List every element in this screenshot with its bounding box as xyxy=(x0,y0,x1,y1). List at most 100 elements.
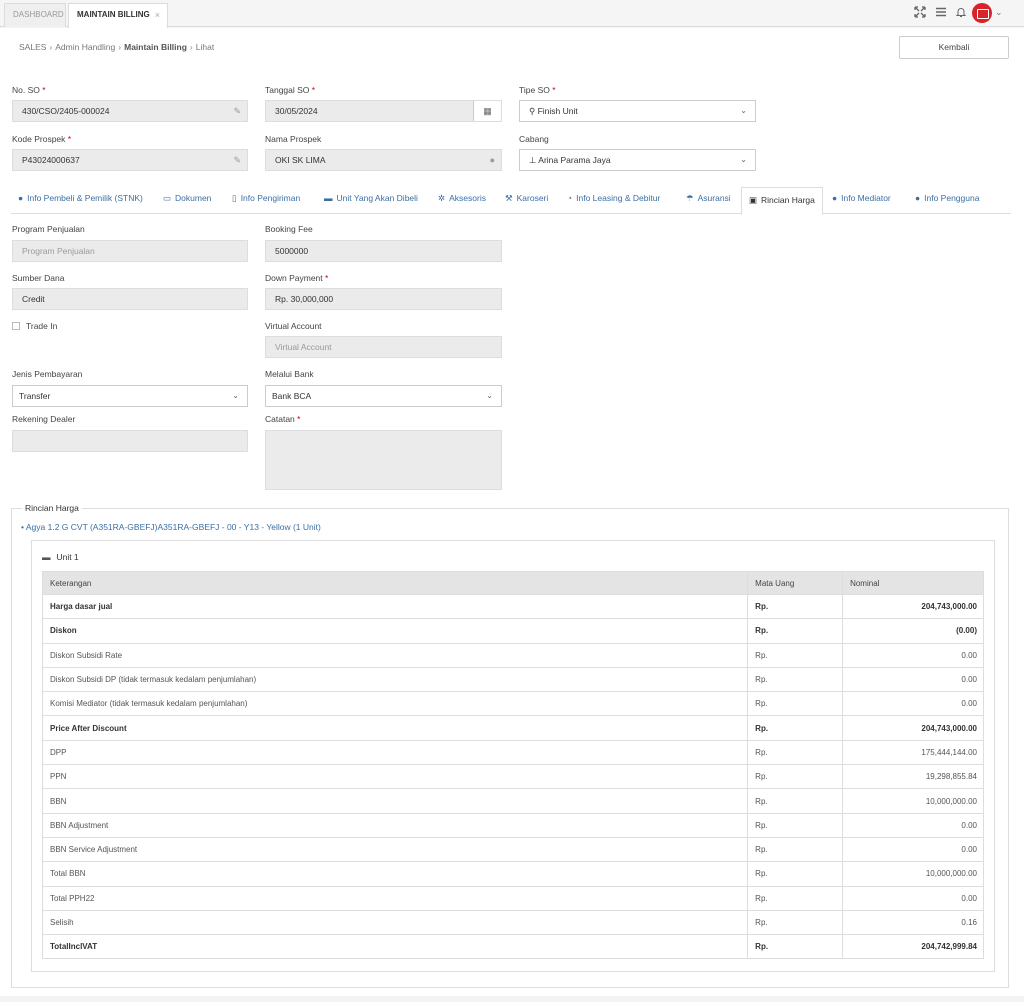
virtual-account-label: Virtual Account xyxy=(265,321,322,331)
row-keterangan: Total PPH22 xyxy=(41,885,749,911)
chevron-down-icon: ⌄ xyxy=(232,391,239,400)
unit-title: ▬ Unit 1 xyxy=(42,552,79,562)
tab-bar: ● Info Pembeli & Pemilik (STNK) ▭ Dokumen … xyxy=(11,187,1011,215)
expand-icon[interactable] xyxy=(913,6,927,20)
row-mata-uang: Rp. xyxy=(747,812,844,838)
table-row: Diskon Subsidi Rate Rp. 0.00 xyxy=(41,642,984,668)
row-nominal: 204,743,000.00 xyxy=(842,593,984,620)
breadcrumb-sales[interactable]: SALES xyxy=(19,42,46,52)
row-keterangan: Diskon Subsidi DP (tidak termasuk kedala… xyxy=(41,666,749,693)
row-mata-uang: Rp. xyxy=(747,618,844,644)
row-keterangan: BBN Service Adjustment xyxy=(41,836,749,863)
row-mata-uang: Rp. xyxy=(747,909,844,936)
table-row: Selisih Rp. 0.16 xyxy=(41,909,984,936)
tab-info-mediator[interactable]: ● Info Mediator xyxy=(832,193,891,203)
cogs-icon: ✲ xyxy=(438,193,446,203)
nama-prospek-label: Nama Prospek xyxy=(265,134,322,144)
folder-icon: ▭ xyxy=(163,193,172,203)
no-so-label: No. SO * xyxy=(12,85,46,95)
table-row: DPP Rp. 175,444,144.00 xyxy=(41,739,984,766)
row-nominal: 0.00 xyxy=(842,885,984,911)
tab-info-pengiriman[interactable]: ▯ Info Pengiriman xyxy=(232,193,300,204)
down-payment-field[interactable]: Rp. 30,000,000 xyxy=(265,288,502,310)
col-keterangan: Keterangan xyxy=(41,571,749,595)
row-keterangan: Total BBN xyxy=(41,861,749,887)
pencil-icon: ✎ xyxy=(233,106,241,116)
row-keterangan: Komisi Mediator (tidak termasuk kedalam … xyxy=(41,691,749,717)
row-nominal: (0.00) xyxy=(842,618,984,644)
bell-icon[interactable] xyxy=(954,6,968,20)
menu-icon[interactable] xyxy=(934,6,948,20)
breadcrumb-admin-handling[interactable]: Admin Handling xyxy=(55,42,115,52)
row-mata-uang: Rp. xyxy=(747,666,844,693)
cabang-label: Cabang xyxy=(519,134,549,144)
row-nominal: 0.00 xyxy=(842,666,984,693)
booking-fee-field[interactable]: 5000000 xyxy=(265,240,502,262)
kode-prospek-field[interactable]: P43024000637 ✎ xyxy=(12,149,248,171)
table-row: Diskon Subsidi DP (tidak termasuk kedala… xyxy=(41,666,984,693)
down-payment-label: Down Payment * xyxy=(265,273,329,283)
row-nominal: 0.16 xyxy=(842,909,984,936)
close-icon[interactable]: × xyxy=(155,4,160,26)
program-penjualan-field[interactable]: Program Penjualan xyxy=(12,240,248,262)
row-keterangan: DPP xyxy=(41,739,749,766)
chevron-down-icon[interactable]: ⌄ xyxy=(995,7,1003,18)
sumber-dana-field[interactable]: Credit xyxy=(12,288,248,310)
calendar-icon[interactable]: ▦ xyxy=(473,101,501,121)
row-nominal: 19,298,855.84 xyxy=(842,764,984,790)
unit-box: ▬ Unit 1 Keterangan Mata Uang Nominal Har… xyxy=(31,540,995,972)
virtual-account-field[interactable]: Virtual Account xyxy=(265,336,502,358)
user-icon: ● xyxy=(915,193,921,203)
breadcrumb-maintain-billing[interactable]: Maintain Billing xyxy=(124,42,187,52)
row-mata-uang: Rp. xyxy=(747,788,844,814)
row-keterangan: TotalInclVAT xyxy=(41,934,749,960)
tab-asuransi[interactable]: ☂ Asuransi xyxy=(686,193,731,204)
program-penjualan-label: Program Penjualan xyxy=(12,224,85,234)
tipe-so-select[interactable]: ⚲ Finish Unit ⌄ xyxy=(519,100,756,122)
user-avatar-icon[interactable] xyxy=(972,3,992,23)
table-row: Price After Discount Rp. 204,743,000.00 xyxy=(41,715,984,741)
rekening-dealer-field[interactable] xyxy=(12,430,248,452)
table-row: PPN Rp. 19,298,855.84 xyxy=(41,764,984,790)
kembali-button[interactable]: Kembali xyxy=(899,36,1009,59)
tanggal-so-field[interactable]: 30/05/2024 ▦ xyxy=(265,100,502,122)
tipe-so-label: Tipe SO * xyxy=(519,85,556,95)
kode-prospek-label: Kode Prospek * xyxy=(12,134,72,144)
tab-rincian-harga[interactable]: ▣ Rincian Harga xyxy=(741,187,823,215)
catatan-textarea[interactable] xyxy=(265,430,502,490)
table-row: BBN Adjustment Rp. 0.00 xyxy=(41,812,984,838)
tab-info-pengguna[interactable]: ● Info Pengguna xyxy=(915,193,979,203)
handshake-icon: ◔ xyxy=(567,193,573,203)
melalui-bank-label: Melalui Bank xyxy=(265,369,314,379)
row-mata-uang: Rp. xyxy=(747,885,844,911)
tab-maintain-billing[interactable]: MAINTAIN BILLING × xyxy=(68,3,168,28)
row-mata-uang: Rp. xyxy=(747,642,844,668)
row-nominal: 175,444,144.00 xyxy=(842,739,984,766)
jenis-pembayaran-select[interactable]: Transfer ⌄ xyxy=(12,385,248,407)
row-keterangan: Price After Discount xyxy=(41,715,749,741)
table-row: Diskon Rp. (0.00) xyxy=(41,618,984,644)
melalui-bank-select[interactable]: Bank BCA ⌄ xyxy=(265,385,502,407)
tab-info-leasing[interactable]: ◔ Info Leasing & Debitur xyxy=(567,193,660,203)
row-mata-uang: Rp. xyxy=(747,861,844,887)
nama-prospek-field[interactable]: OKI SK LIMA ● xyxy=(265,149,502,171)
trade-in-checkbox[interactable] xyxy=(12,322,20,330)
tab-dokumen[interactable]: ▭ Dokumen xyxy=(163,193,211,204)
row-nominal: 10,000,000.00 xyxy=(842,861,984,887)
booking-fee-label: Booking Fee xyxy=(265,224,313,234)
table-row: BBN Service Adjustment Rp. 0.00 xyxy=(41,836,984,863)
tab-unit[interactable]: ▬ Unit Yang Akan Dibeli xyxy=(324,193,418,203)
money-icon: ▣ xyxy=(749,195,758,205)
tab-info-pembeli[interactable]: ● Info Pembeli & Pemilik (STNK) xyxy=(18,193,143,203)
tab-karoseri[interactable]: ⚒ Karoseri xyxy=(505,193,548,204)
row-keterangan: Harga dasar jual xyxy=(41,593,749,620)
cabang-select[interactable]: ⊥ Arina Parama Jaya ⌄ xyxy=(519,149,756,171)
tab-dashboard[interactable]: DASHBOARD xyxy=(4,3,66,27)
row-keterangan: PPN xyxy=(41,764,749,790)
main-panel: SALES › Admin Handling › Maintain Billing › Li… xyxy=(0,28,1024,996)
row-mata-uang: Rp. xyxy=(747,715,844,741)
tab-aksesoris[interactable]: ✲ Aksesoris xyxy=(438,193,486,204)
unit-item-link[interactable]: • Agya 1.2 G CVT (A351RA-GBEFJ)A351RA-GB… xyxy=(21,522,321,532)
row-mata-uang: Rp. xyxy=(747,691,844,717)
no-so-field[interactable]: 430/CSO/2405-000024 ✎ xyxy=(12,100,248,122)
